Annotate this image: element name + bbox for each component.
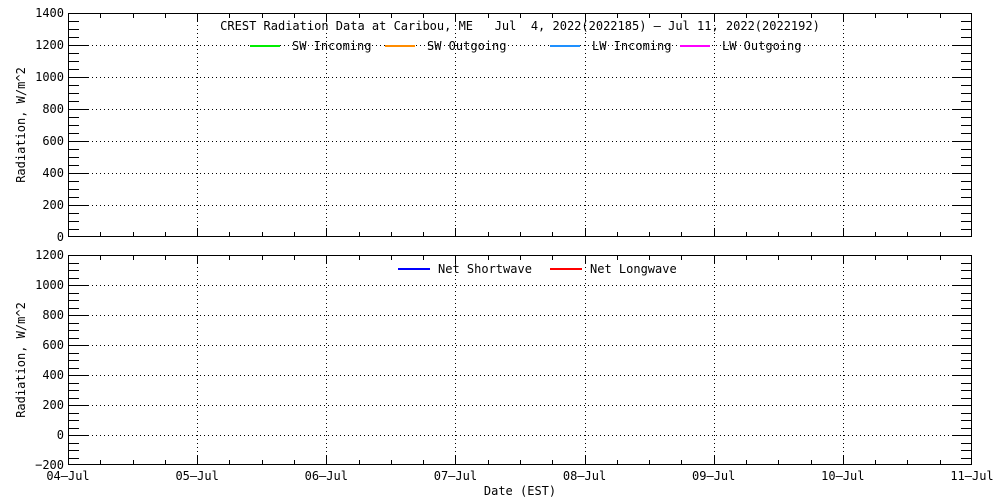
plot-border [68,255,972,465]
x-tick-label: 04—Jul [46,469,90,483]
legend-line-sw-incoming [250,45,280,47]
y-tick-label: 1400 [35,6,64,20]
y-tick-label: 0 [56,230,64,244]
y-tick-label: 1000 [35,70,64,84]
x-axis-label: Date (EST) [483,484,557,498]
y-tick-label: 0 [56,428,64,442]
y-tick-label: 600 [42,338,64,352]
legend-label-net-longwave: Net Longwave [590,262,677,276]
y-tick-label: 600 [42,134,64,148]
x-tick-label: 08—Jul [562,469,607,483]
y-tick-label: 200 [42,398,64,412]
x-tick-label: 09—Jul [692,469,736,483]
legend-line-net-longwave [550,268,582,270]
y-tick-label: 400 [42,368,64,382]
plot-panel-net-radiation [68,255,972,465]
dotted-gridlines [68,13,972,237]
legend-label-sw-incoming: SW Incoming [292,39,372,53]
y-tick-label: 1200 [35,38,64,52]
plot-border [68,13,972,237]
axis-ticks [68,13,972,237]
y-tick-label: 1000 [35,278,64,292]
radiation-chart-page: CREST Radiation Data at Caribou, ME Jul … [0,0,1000,500]
legend-line-net-shortwave [398,268,430,270]
y-tick-label: 200 [42,198,64,212]
dotted-gridlines [68,255,972,465]
legend-label-lw-outgoing: LW Outgoing [722,39,802,53]
x-tick-label: 07—Jul [433,469,478,483]
legend-label-net-shortwave: Net Shortwave [438,262,532,276]
legend-label-sw-outgoing: SW Outgoing [427,39,507,53]
y-tick-label: 1200 [35,248,64,262]
y-tick-label: 400 [42,166,64,180]
y-tick-label: 800 [42,102,64,116]
legend-line-lw-outgoing [680,45,710,47]
x-tick-label: 06—Jul [304,469,348,483]
plot-frame [68,255,972,465]
x-tick-label: 11—Jul [950,469,994,483]
legend-line-sw-outgoing [385,45,415,47]
x-tick-label: 05—Jul [175,469,219,483]
legend-label-lw-incoming: LW Incoming [592,39,672,53]
legend-line-lw-incoming [550,45,580,47]
plot-frame [68,13,972,237]
axis-ticks [68,255,972,465]
plot-panel-radiation-components [68,13,972,237]
y-tick-label: 800 [42,308,64,322]
x-tick-label: 10—Jul [821,469,865,483]
